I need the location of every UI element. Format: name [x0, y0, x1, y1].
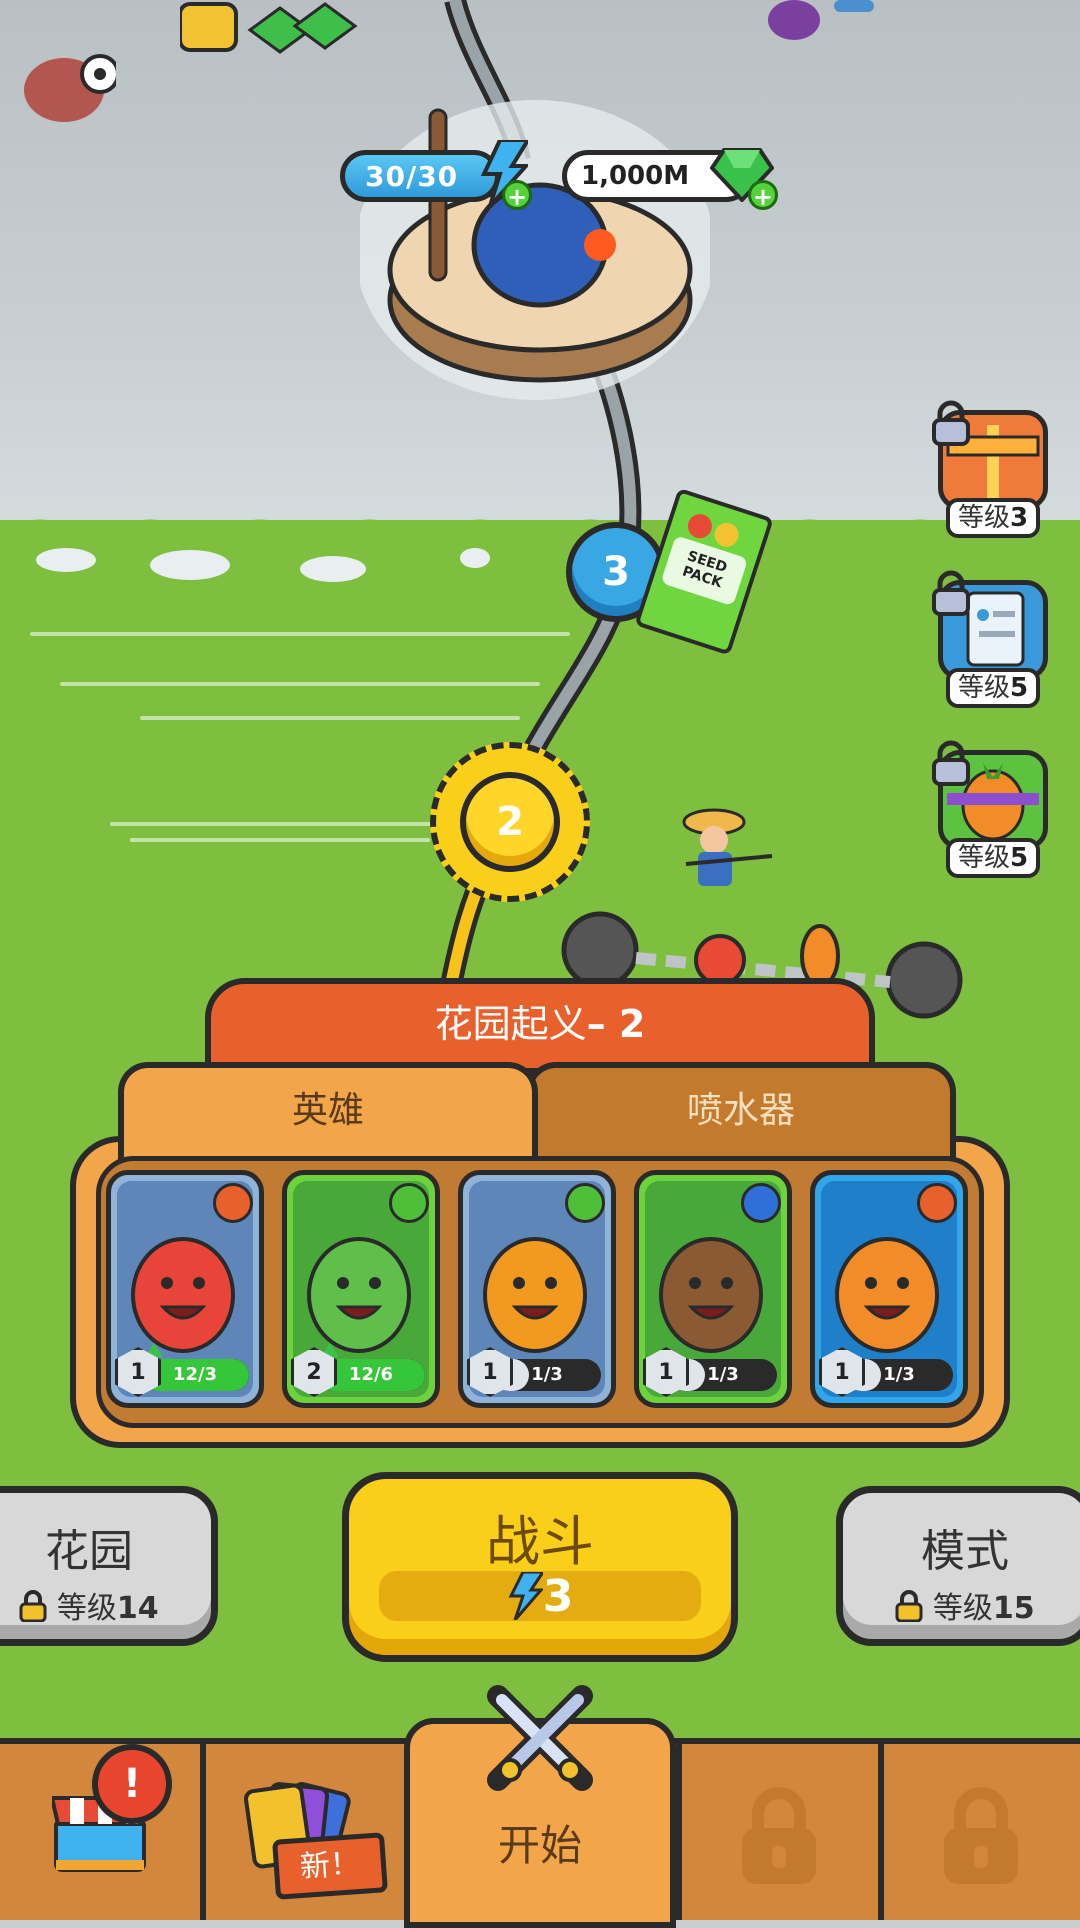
lock-icon: [895, 1590, 923, 1623]
level-text: 等级: [957, 503, 1010, 533]
gem-value: 1,000M: [581, 161, 690, 191]
settings-gear-icon[interactable]: [66, 44, 118, 96]
level-number: 3: [1009, 503, 1029, 533]
garden-label: 花园: [45, 1526, 133, 1577]
level-number: 14: [116, 1591, 159, 1626]
add-energy-button[interactable]: +: [502, 180, 532, 211]
garden-lock-line: 等级14: [0, 1583, 211, 1627]
shield-icon: [741, 1183, 781, 1223]
energy-value: 30/30: [365, 159, 459, 193]
nav-locked-slot[interactable]: [884, 1744, 1080, 1920]
level-node-2[interactable]: 2: [430, 742, 590, 902]
hero-card-broccoli[interactable]: 12/6 2: [282, 1170, 440, 1408]
crossed-swords-icon: [480, 1678, 600, 1798]
nav-shop[interactable]: !: [0, 1744, 200, 1920]
sword-icon: [213, 1183, 253, 1223]
level-node-number: 3: [602, 549, 630, 595]
nav-locked-slot[interactable]: [682, 1744, 878, 1920]
tab-label: 英雄: [291, 1090, 364, 1131]
hero-card-tomato[interactable]: 12/3 1: [106, 1170, 264, 1408]
level-node-inner: 2: [460, 772, 560, 872]
leaf-icon: [389, 1183, 429, 1223]
nav-start-label: 开始: [497, 1821, 582, 1870]
tab-heroes[interactable]: 英雄: [118, 1062, 538, 1162]
level-number: 5: [1009, 843, 1029, 873]
lock-icon: [928, 740, 974, 786]
level-title: 花园起义: [434, 1002, 587, 1046]
tab-label: 喷水器: [686, 1090, 795, 1131]
hero-card-kiwi[interactable]: 1/3 1: [634, 1170, 792, 1408]
level-number: 15: [992, 1591, 1035, 1626]
reward-level-label: 等级5: [946, 838, 1040, 878]
garden-button[interactable]: 花园 等级14: [0, 1486, 218, 1646]
shop-alert-badge: !: [92, 1744, 172, 1824]
add-gems-button[interactable]: +: [748, 180, 778, 211]
level-text: 等级: [957, 843, 1010, 873]
reward-level-label: 等级3: [946, 498, 1040, 538]
boss-stage[interactable]: [355, 100, 715, 400]
level-number: 5: [1009, 673, 1029, 703]
mode-button[interactable]: 模式 等级15: [836, 1486, 1080, 1646]
top-character-fragment: [764, 0, 884, 44]
reward-level-label: 等级5: [946, 668, 1040, 708]
level-text: 等级: [56, 1591, 117, 1626]
mode-lock-line: 等级15: [843, 1583, 1080, 1627]
fight-cost: 3: [379, 1570, 701, 1622]
hero-card-carrot[interactable]: 1/3 1: [810, 1170, 968, 1408]
nav-cards[interactable]: 新！: [206, 1744, 404, 1920]
level-text: 等级: [957, 673, 1010, 703]
lock-icon: [938, 1784, 1024, 1892]
mode-label: 模式: [921, 1526, 1009, 1577]
tab-sprinkler[interactable]: 喷水器: [526, 1062, 956, 1162]
carrot-reward[interactable]: 等级5: [928, 740, 1058, 880]
level-number: – 2: [586, 1002, 646, 1046]
level-text: 等级: [932, 1591, 993, 1626]
hero-card-pumpkin[interactable]: 1/3 1: [458, 1170, 616, 1408]
fight-button[interactable]: 战斗 3: [342, 1472, 738, 1662]
gift-reward[interactable]: 等级3: [928, 400, 1058, 540]
sword-icon: [917, 1183, 957, 1223]
energy-counter: 30/30: [340, 150, 500, 202]
panel-tabs: 喷水器 英雄: [118, 1062, 958, 1162]
farmer-character: [676, 800, 776, 900]
lightning-energy-icon: [507, 1570, 546, 1621]
new-badge: 新！: [272, 1832, 388, 1900]
level-title-banner: 花园起义– 2: [205, 978, 875, 1074]
leaf-icon: [565, 1183, 605, 1223]
lock-icon: [19, 1590, 47, 1623]
top-gem-pile: [178, 0, 370, 56]
lock-icon: [928, 570, 974, 616]
fight-label: 战斗: [486, 1510, 594, 1573]
lock-icon: [928, 400, 974, 446]
quest-reward[interactable]: 等级5: [928, 570, 1058, 710]
level-node-number: 2: [496, 799, 524, 845]
lock-icon: [736, 1784, 822, 1892]
fight-cost-value: 3: [542, 1570, 574, 1622]
